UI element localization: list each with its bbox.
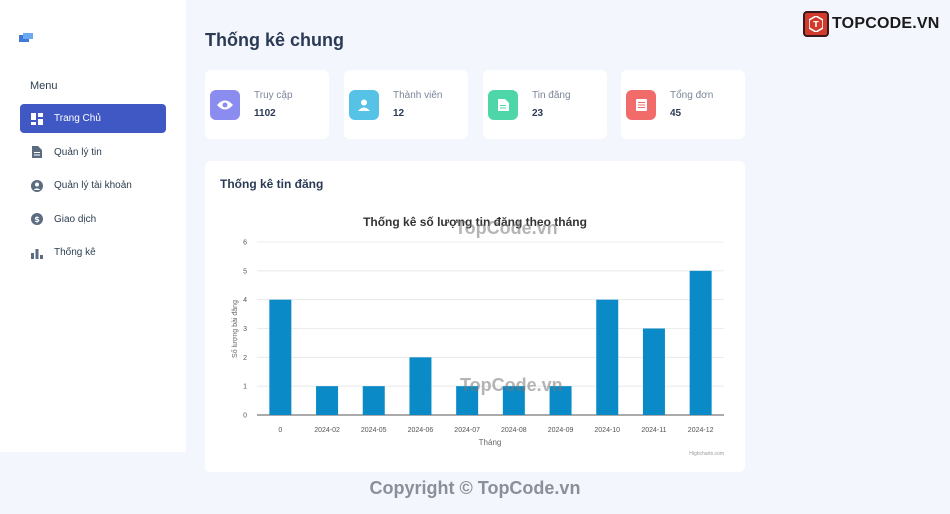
y-tick-label: 6 <box>243 240 247 247</box>
stat-value: 45 <box>670 108 682 119</box>
chart-credit: Highcharts.com <box>689 451 724 457</box>
svg-text:$: $ <box>34 215 40 224</box>
stat-card-truy-cap: Truy cập 1102 <box>205 70 329 139</box>
stat-card-tin-dang: Tin đăng 23 <box>483 70 607 139</box>
y-tick-label: 3 <box>243 326 247 333</box>
stat-label: Tổng đơn <box>670 90 714 101</box>
x-tick-label: 2024-07 <box>454 427 480 434</box>
page-title: Thống kê chung <box>205 30 344 50</box>
bar-chart: Thống kê số lượng tin đăng theo tháng 0 1… <box>230 215 724 457</box>
x-tick-label: 2024-10 <box>594 427 620 434</box>
stat-card-thanh-vien: Thành viên 12 <box>344 70 468 139</box>
chart-bar[interactable] <box>316 386 339 415</box>
x-tick-label: 2024-02 <box>314 427 340 434</box>
y-tick-label: 2 <box>243 355 247 362</box>
account-icon <box>30 179 44 193</box>
brand-logo-icon: T <box>803 11 829 37</box>
sidebar-item-label: Giao dịch <box>54 213 97 225</box>
y-tick-label: 0 <box>243 413 247 420</box>
document-icon <box>30 145 44 159</box>
svg-text:T: T <box>813 20 819 29</box>
stat-value: 12 <box>393 108 405 119</box>
user-icon <box>349 90 379 120</box>
stat-label: Truy cập <box>254 90 293 101</box>
chart-panel: Thống kê tin đăng Thống kê số lượng tin … <box>205 161 745 472</box>
chart-bar[interactable] <box>596 299 619 415</box>
chart-title: Thống kê số lượng tin đăng theo tháng <box>363 215 587 229</box>
x-tick-label: 2024-08 <box>501 427 527 434</box>
chart-bar[interactable] <box>502 386 525 415</box>
dashboard-icon <box>30 112 44 126</box>
chart-bar[interactable] <box>689 270 712 415</box>
menu-heading: Menu <box>30 80 58 92</box>
sidebar-item-quan-ly-tin[interactable]: Quản lý tin <box>20 138 166 167</box>
stat-card-tong-don: Tổng đơn 45 <box>621 70 745 139</box>
chart-bar[interactable] <box>409 357 432 415</box>
x-tick-label: 2024-12 <box>688 427 714 434</box>
sidebar-item-trang-chu[interactable]: Trang Chủ <box>20 104 166 133</box>
chart-bar[interactable] <box>456 386 479 415</box>
stat-value: 23 <box>532 108 544 119</box>
sidebar-item-quan-ly-tai-khoan[interactable]: Quản lý tài khoản <box>20 171 166 200</box>
chart-bar[interactable] <box>549 386 572 415</box>
stat-value: 1102 <box>254 108 276 119</box>
bar-chart-icon <box>30 246 44 260</box>
chart-bar[interactable] <box>642 328 665 416</box>
sidebar: Menu Trang Chủ Quản lý tin Quản lý tài k… <box>0 0 186 452</box>
dollar-icon: $ <box>30 212 44 226</box>
y-axis-title: Số lượng bài đăng <box>230 300 239 358</box>
x-tick-label: 2024-06 <box>408 427 434 434</box>
stat-label: Thành viên <box>393 90 443 101</box>
chart-bar[interactable] <box>269 299 292 415</box>
sidebar-item-label: Quản lý tin <box>54 146 102 158</box>
eye-icon <box>210 90 240 120</box>
y-tick-label: 4 <box>243 297 247 304</box>
logo-icon[interactable] <box>19 30 33 42</box>
copyright-watermark: Copyright © TopCode.vn <box>369 478 581 498</box>
chart-bar[interactable] <box>362 386 385 415</box>
stat-label: Tin đăng <box>532 90 571 101</box>
sidebar-item-thong-ke[interactable]: Thống kê <box>20 238 166 267</box>
sidebar-item-label: Quản lý tài khoản <box>54 180 132 192</box>
x-axis-title: Tháng <box>479 438 502 447</box>
x-tick-label: 2024-11 <box>641 427 666 434</box>
sidebar-nav: Trang Chủ Quản lý tin Quản lý tài khoản … <box>20 104 166 272</box>
sidebar-item-giao-dich[interactable]: $ Giao dịch <box>20 205 166 234</box>
sidebar-item-label: Thống kê <box>54 247 96 259</box>
article-icon <box>488 90 518 120</box>
x-tick-label: 2024-05 <box>361 427 387 434</box>
y-tick-label: 1 <box>243 384 247 391</box>
x-tick-label: 0 <box>278 427 282 434</box>
sidebar-item-label: Trang Chủ <box>54 113 101 124</box>
x-tick-label: 2024-09 <box>548 427 574 434</box>
brand-text: TOPCODE.VN <box>832 15 940 32</box>
brand-watermark: T TOPCODE.VN <box>803 11 940 37</box>
receipt-icon <box>626 90 656 120</box>
y-tick-label: 5 <box>243 268 247 275</box>
